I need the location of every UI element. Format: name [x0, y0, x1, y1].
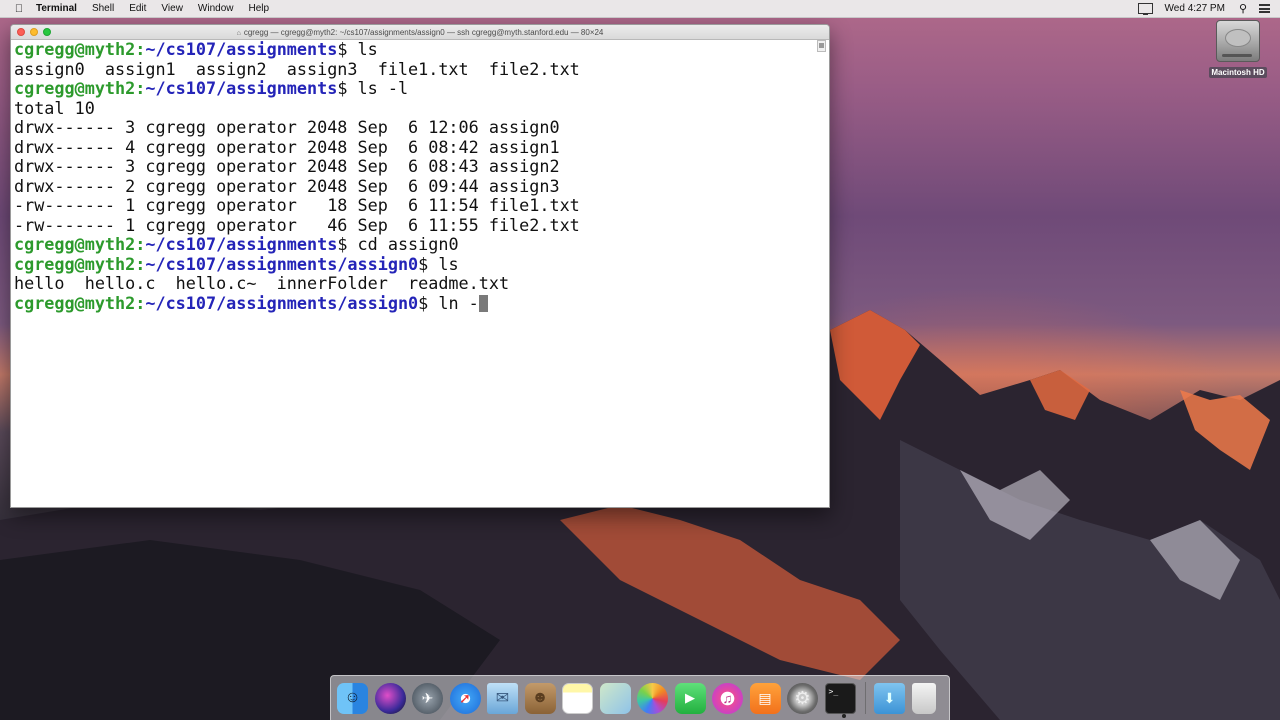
prompt-colon: : — [135, 253, 146, 274]
prompt-command: $ ln - — [418, 292, 479, 313]
window-title-wrap: ⌂ cgregg — cgregg@myth2: ~/cs107/assignme… — [11, 28, 829, 37]
window-controls — [17, 28, 56, 36]
output-text: drwx------ 3 cgregg operator 2048 Sep 6 … — [14, 156, 560, 176]
prompt-line: cgregg@myth2:~/cs107/assignments$ cd ass… — [14, 234, 817, 255]
text-cursor — [478, 294, 488, 312]
system-preferences-icon[interactable] — [787, 682, 818, 714]
photos-icon[interactable] — [637, 682, 668, 714]
terminal-prompt-glyph: >_ — [828, 686, 839, 696]
menu-app-name[interactable]: Terminal — [36, 3, 77, 14]
terminal-window[interactable]: ⌂ cgregg — cgregg@myth2: ~/cs107/assignme… — [10, 24, 830, 508]
menu-edit[interactable]: Edit — [129, 3, 146, 14]
display-mirroring-icon[interactable] — [1137, 3, 1153, 15]
prompt-user: cgregg@myth2 — [14, 234, 136, 254]
prompt-command: $ cd assign0 — [337, 234, 459, 254]
siri-icon[interactable] — [374, 682, 406, 714]
output-line: drwx------ 4 cgregg operator 2048 Sep 6 … — [14, 136, 817, 158]
window-title: cgregg — cgregg@myth2: ~/cs107/assignmen… — [243, 27, 604, 37]
output-text: -rw------- 1 cgregg operator 46 Sep 6 11… — [14, 214, 580, 235]
desktop-icon-macintosh-hd[interactable]: Macintosh HD — [1208, 20, 1268, 80]
itunes-icon[interactable] — [712, 682, 743, 714]
terminal-app-icon[interactable]: >_ — [824, 682, 856, 718]
preview-icon[interactable] — [599, 682, 631, 714]
prompt-user: cgregg@myth2 — [14, 78, 136, 98]
finder-icon[interactable] — [337, 682, 368, 714]
menu-shell[interactable]: Shell — [92, 3, 114, 14]
output-line: drwx------ 3 cgregg operator 2048 Sep 6 … — [14, 117, 817, 138]
prompt-user: cgregg@myth2 — [14, 292, 136, 313]
dock: >_ — [330, 675, 950, 720]
prompt-line: cgregg@myth2:~/cs107/assignments/assign0… — [14, 292, 817, 314]
menu-help[interactable]: Help — [249, 3, 270, 14]
prompt-colon: : — [135, 292, 146, 313]
menu-clock[interactable]: Wed 4:27 PM — [1165, 3, 1225, 14]
prompt-colon: : — [135, 234, 146, 254]
prompt-path: ~/cs107/assignments — [145, 40, 338, 59]
notification-center-icon[interactable] — [1259, 4, 1270, 13]
output-text: drwx------ 2 cgregg operator 2048 Sep 6 … — [14, 175, 560, 196]
prompt-user: cgregg@myth2 — [14, 253, 136, 274]
prompt-path: ~/cs107/assignments — [145, 234, 338, 254]
prompt-path: ~/cs107/assignments — [145, 78, 338, 98]
prompt-command: $ ls — [337, 40, 378, 59]
output-text: total 10 — [14, 97, 95, 118]
output-line: drwx------ 2 cgregg operator 2048 Sep 6 … — [14, 175, 817, 197]
desktop-icon-label: Macintosh HD — [1209, 67, 1267, 78]
scrollbar[interactable] — [817, 40, 826, 52]
output-line: assign0 assign1 assign2 assign3 file1.tx… — [14, 58, 817, 80]
launchpad-icon[interactable] — [412, 682, 443, 714]
window-titlebar[interactable]: ⌂ cgregg — cgregg@myth2: ~/cs107/assignme… — [11, 25, 829, 40]
output-line: hello hello.c hello.c~ innerFolder readm… — [14, 273, 817, 294]
zoom-button[interactable] — [43, 28, 51, 36]
prompt-command: $ ls — [418, 253, 459, 274]
facetime-icon[interactable] — [674, 682, 706, 714]
prompt-colon: : — [135, 40, 146, 59]
output-text: hello hello.c hello.c~ innerFolder readm… — [14, 273, 510, 293]
mail-icon[interactable] — [487, 682, 518, 714]
terminal-output[interactable]: cgregg@myth2:~/cs107/assignments$ ls assi… — [14, 40, 817, 507]
close-button[interactable] — [17, 28, 25, 36]
ibooks-icon[interactable] — [749, 682, 781, 714]
minimize-button[interactable] — [30, 28, 38, 36]
apple-icon[interactable]:  — [12, 3, 26, 15]
prompt-line: cgregg@myth2:~/cs107/assignments/assign0… — [14, 253, 817, 275]
safari-icon[interactable] — [449, 682, 481, 714]
running-indicator — [841, 713, 846, 718]
home-folder-icon: ⌂ — [236, 29, 241, 37]
notes-icon[interactable] — [562, 682, 593, 714]
prompt-path: ~/cs107/assignments/assign0 — [145, 292, 419, 313]
trash-icon[interactable] — [911, 682, 936, 714]
output-line: -rw------- 1 cgregg operator 46 Sep 6 11… — [14, 214, 817, 236]
prompt-line: cgregg@myth2:~/cs107/assignments$ ls — [14, 40, 817, 60]
menu-bar:  Terminal Shell Edit View Window Help W… — [0, 0, 1280, 18]
prompt-command: $ ls -l — [337, 78, 409, 98]
prompt-user: cgregg@myth2 — [14, 40, 136, 59]
output-text: assign0 assign1 assign2 assign3 file1.tx… — [14, 58, 580, 79]
output-line: total 10 — [14, 97, 817, 119]
prompt-line: cgregg@myth2:~/cs107/assignments$ ls -l — [14, 78, 817, 99]
output-text: drwx------ 4 cgregg operator 2048 Sep 6 … — [14, 136, 560, 157]
downloads-icon[interactable] — [874, 682, 905, 714]
prompt-path: ~/cs107/assignments/assign0 — [145, 253, 419, 274]
output-text: drwx------ 3 cgregg operator 2048 Sep 6 … — [14, 117, 560, 137]
hard-drive-icon — [1216, 20, 1260, 62]
output-line: drwx------ 3 cgregg operator 2048 Sep 6 … — [14, 156, 817, 177]
spotlight-search-icon[interactable]: ⚲ — [1239, 2, 1247, 15]
menu-status-area: Wed 4:27 PM ⚲ — [1137, 2, 1270, 15]
menu-window[interactable]: Window — [198, 3, 234, 14]
dock-separator — [865, 682, 866, 714]
output-text: -rw------- 1 cgregg operator 18 Sep 6 11… — [14, 195, 580, 215]
contacts-icon[interactable] — [524, 682, 556, 714]
prompt-colon: : — [135, 78, 146, 98]
output-line: -rw------- 1 cgregg operator 18 Sep 6 11… — [14, 195, 817, 216]
menu-view[interactable]: View — [161, 3, 183, 14]
